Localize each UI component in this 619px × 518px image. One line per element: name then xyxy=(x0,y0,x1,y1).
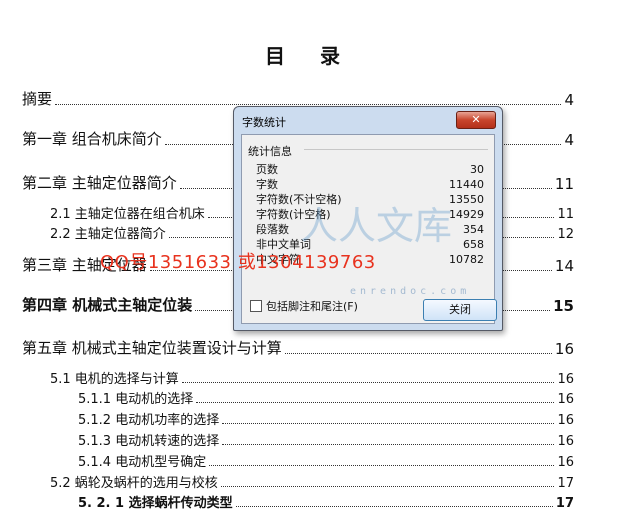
toc-leader xyxy=(209,465,555,466)
statistics-group-label: 统计信息 xyxy=(248,145,292,158)
toc-leader xyxy=(181,382,555,383)
toc-leader xyxy=(235,506,553,507)
toc-leader xyxy=(222,423,555,424)
toc-leader xyxy=(222,444,555,445)
toc-leader xyxy=(196,402,555,403)
toc-entry[interactable]: 5.1.3 电动机转速的选择 16 xyxy=(78,430,574,449)
include-footnotes-checkbox[interactable] xyxy=(250,300,262,312)
toc-leader xyxy=(284,353,552,354)
toc-entry[interactable]: 第五章 机械式主轴定位装置设计与计算 16 xyxy=(22,337,574,358)
include-footnotes-label: 包括脚注和尾注(F) xyxy=(266,300,358,313)
close-icon[interactable]: ✕ xyxy=(456,111,496,129)
watermark-url: enrendoc.com xyxy=(350,286,471,297)
toc-entry[interactable]: 5.1.1 电动机的选择 16 xyxy=(78,388,574,407)
toc-leader xyxy=(55,104,562,105)
toc-leader xyxy=(220,486,555,487)
close-button[interactable]: 关闭 xyxy=(423,299,497,321)
toc-entry[interactable]: 5.1 电机的选择与计算 16 xyxy=(50,368,574,387)
page-title: 目 录 xyxy=(265,44,354,68)
include-footnotes-option[interactable]: 包括脚注和尾注(F) xyxy=(250,298,358,314)
watermark-text: QQ号1351633 或1304139763 xyxy=(100,252,376,273)
stat-row-pages: 页数 30 xyxy=(256,163,484,176)
toc-entry[interactable]: 5. 2. 1 选择蜗杆传动类型 17 xyxy=(78,492,574,511)
watermark-logo: 人人文库 xyxy=(300,204,453,248)
group-divider xyxy=(304,149,488,150)
dialog-title: 字数统计 xyxy=(242,116,286,129)
stat-row-words: 字数 11440 xyxy=(256,178,484,191)
toc-entry[interactable]: 5.1.4 电动机型号确定 16 xyxy=(78,451,574,470)
toc-entry[interactable]: 5.1.2 电动机功率的选择 16 xyxy=(78,409,574,428)
toc-entry[interactable]: 5.2 蜗轮及蜗杆的选用与校核 17 xyxy=(50,472,574,491)
